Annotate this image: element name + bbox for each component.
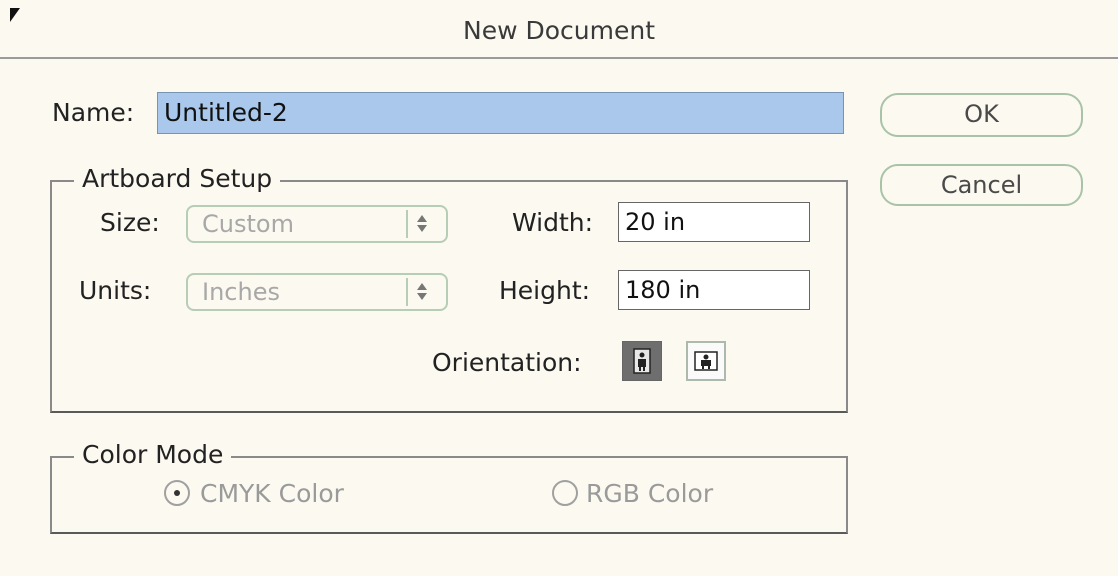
name-label: Name: [52,98,135,127]
height-label: Height: [499,276,591,305]
units-select-value: Inches [202,278,280,306]
name-input[interactable]: Untitled-2 [157,92,844,134]
cmyk-label: CMYK Color [200,479,344,508]
artboard-setup-title: Artboard Setup [74,164,281,193]
cmyk-radio[interactable] [164,480,190,506]
radio-selected-dot [174,490,180,496]
rgb-label: RGB Color [586,479,714,508]
size-select[interactable]: Custom [186,205,448,243]
size-select-value: Custom [202,210,294,238]
orientation-label: Orientation: [432,348,582,377]
portrait-orientation-button[interactable] [622,341,662,381]
color-mode-title: Color Mode [74,440,232,469]
units-stepper-icon [406,278,438,306]
dialog-title: New Document [463,16,655,45]
cancel-button[interactable]: Cancel [880,164,1083,206]
ok-button[interactable]: OK [880,93,1083,137]
portrait-icon [633,348,651,374]
size-label: Size: [100,208,160,237]
title-bar: New Document [0,0,1118,59]
landscape-icon [694,351,718,371]
size-stepper-icon [406,210,438,238]
units-label: Units: [79,276,152,305]
units-select[interactable]: Inches [186,273,448,311]
rgb-radio[interactable] [552,480,578,506]
width-input[interactable]: 20 in [618,202,810,242]
height-input[interactable]: 180 in [618,270,810,310]
width-label: Width: [512,208,594,237]
landscape-orientation-button[interactable] [686,341,726,381]
